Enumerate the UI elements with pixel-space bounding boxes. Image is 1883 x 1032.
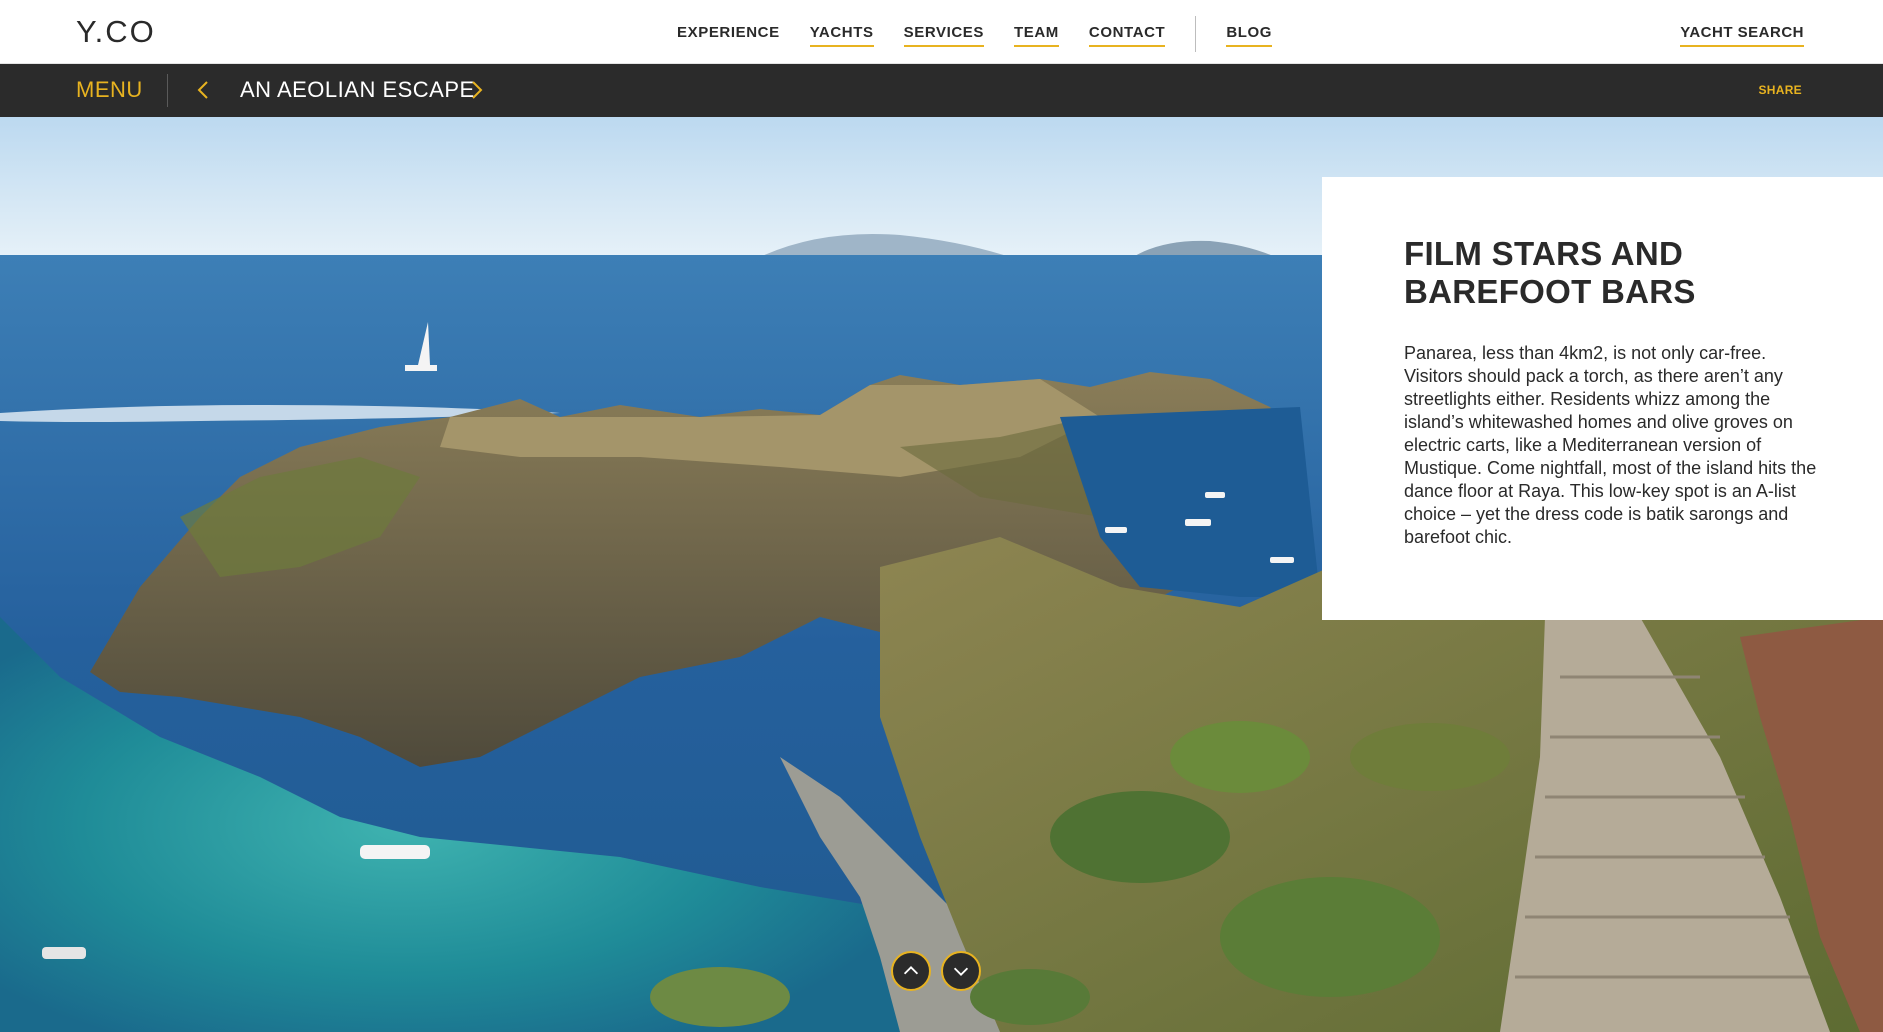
card-body: Panarea, less than 4km2, is not only car… — [1404, 343, 1817, 547]
nav-yachts-link[interactable]: YACHTS — [809, 24, 874, 47]
top-navigation-bar: Y.CO EXPERIENCE YACHTS SERVICES TEAM CON… — [0, 0, 1883, 64]
nav-divider — [1195, 16, 1197, 52]
nav-contact-link[interactable]: CONTACT — [1088, 24, 1166, 47]
nav-experience-link[interactable]: EXPERIENCE — [677, 24, 780, 47]
menu-divider — [167, 74, 168, 107]
chevron-down-icon[interactable] — [941, 951, 981, 991]
page-title: AN AEOLIAN ESCAPE — [240, 77, 475, 102]
chevron-right-icon[interactable] — [464, 78, 488, 102]
main-nav: EXPERIENCE YACHTS SERVICES TEAM CONTACT … — [677, 16, 1302, 52]
site-logo[interactable]: Y.CO — [76, 14, 156, 50]
nav-blog-link[interactable]: BLOG — [1226, 24, 1273, 47]
nav-services-link[interactable]: SERVICES — [903, 24, 984, 47]
nav-team-link[interactable]: TEAM — [1014, 24, 1059, 47]
chevron-up-icon[interactable] — [891, 951, 931, 991]
info-card: FILM STARS AND BAREFOOT BARS Panarea, le… — [1322, 177, 1883, 620]
menu-button[interactable]: MENU — [76, 77, 143, 103]
yacht-search-link[interactable]: YACHT SEARCH — [1680, 24, 1804, 47]
share-button[interactable]: SHARE — [1758, 83, 1802, 97]
chevron-left-icon[interactable] — [192, 78, 216, 102]
card-heading: FILM STARS AND BAREFOOT BARS — [1404, 235, 1696, 310]
section-bar: MENU AN AEOLIAN ESCAPE SHARE — [0, 64, 1883, 117]
